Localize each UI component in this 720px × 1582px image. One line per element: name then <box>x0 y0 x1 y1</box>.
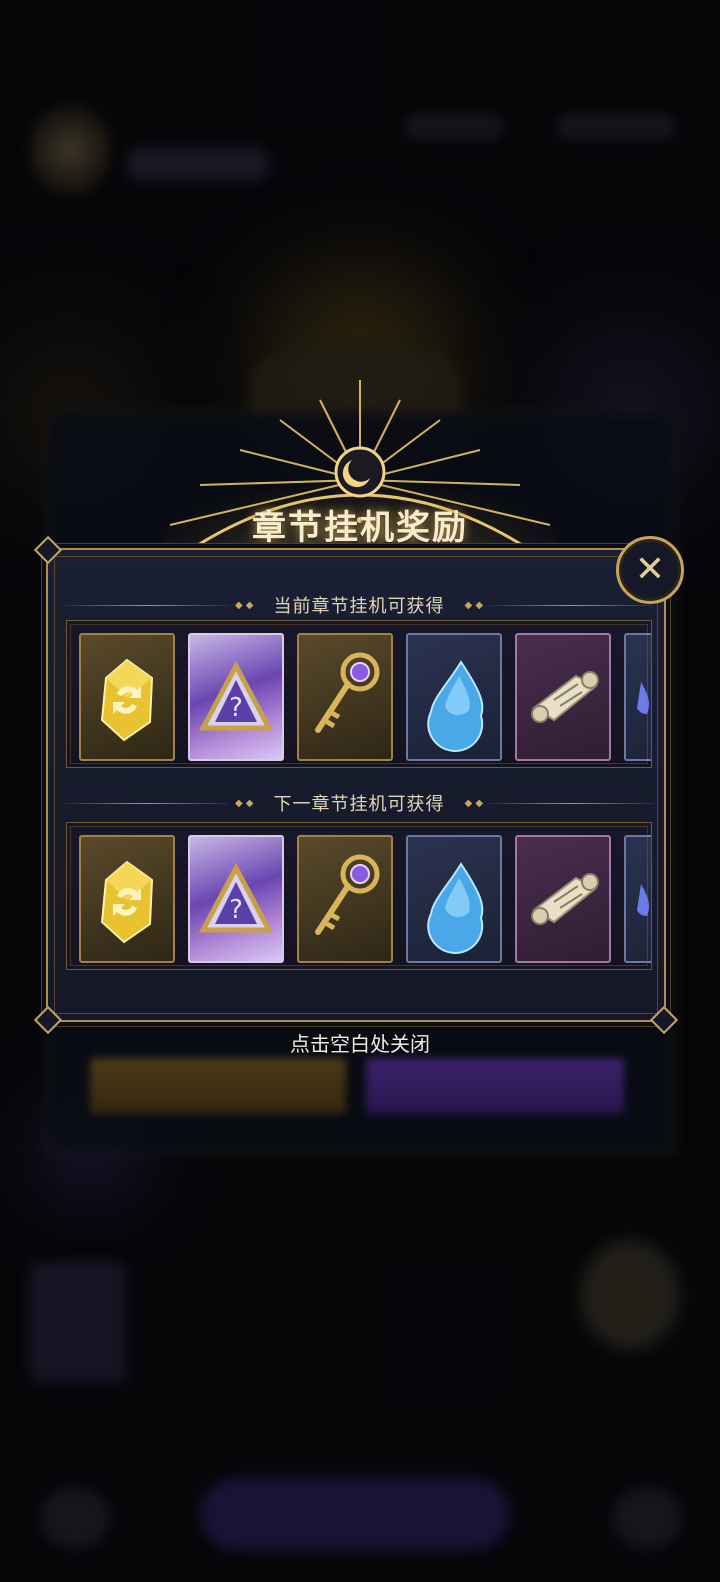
reward-item[interactable] <box>515 835 611 963</box>
close-x-icon: ✕ <box>634 549 666 590</box>
section-label: 当前章节挂机可获得 <box>273 596 445 617</box>
reward-item[interactable] <box>624 835 651 963</box>
svg-text:?: ? <box>229 693 243 723</box>
section-header-next: ◆ ◆ 下一章节挂机可获得 ◆ ◆ <box>64 790 654 816</box>
reward-item[interactable] <box>79 835 175 963</box>
reward-item[interactable] <box>406 633 502 761</box>
yellow-crystal-refresh-icon <box>100 860 154 944</box>
reward-item[interactable] <box>624 633 651 761</box>
reward-item[interactable] <box>297 835 393 963</box>
yellow-crystal-refresh-icon <box>100 658 154 742</box>
blue-gem-drop-icon <box>427 660 484 752</box>
reward-item[interactable]: ? <box>188 633 284 761</box>
section-label: 下一章节挂机可获得 <box>273 794 445 815</box>
reward-row-current: ? <box>66 620 652 768</box>
scroll-icon <box>531 873 599 925</box>
dialog-title: 章节挂机奖励 <box>252 508 468 548</box>
tap-to-close-hint[interactable]: 点击空白处关闭 <box>0 1028 720 1057</box>
reward-row-next: ? <box>66 822 652 970</box>
mystery-triangle-icon: ? <box>198 862 274 933</box>
reward-item[interactable] <box>79 633 175 761</box>
reward-item[interactable] <box>297 633 393 761</box>
reward-item[interactable] <box>406 835 502 963</box>
blue-gem-drop-icon <box>427 862 484 954</box>
mystery-triangle-icon: ? <box>198 660 274 731</box>
partial-item-icon <box>637 682 649 715</box>
svg-text:?: ? <box>229 895 243 925</box>
golden-key-icon <box>315 854 380 935</box>
reward-item[interactable] <box>515 633 611 761</box>
golden-key-icon <box>315 652 380 733</box>
section-header-current: ◆ ◆ 当前章节挂机可获得 ◆ ◆ <box>64 592 654 618</box>
partial-item-icon <box>637 884 649 917</box>
scroll-icon <box>531 671 599 723</box>
reward-item[interactable]: ? <box>188 835 284 963</box>
